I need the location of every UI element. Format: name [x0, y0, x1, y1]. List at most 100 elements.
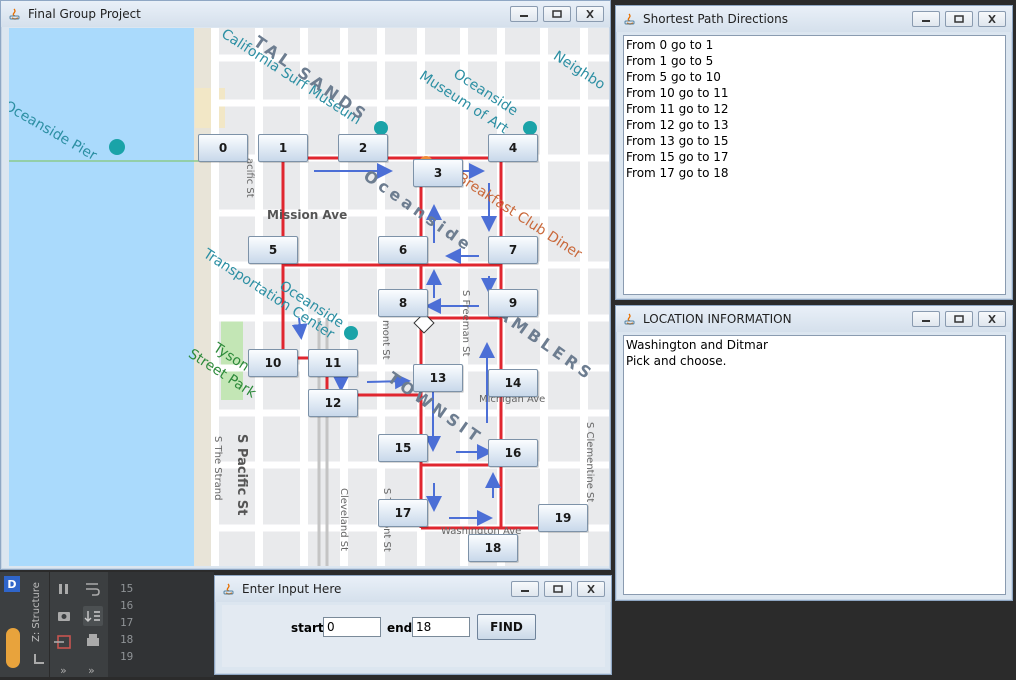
java-icon — [7, 6, 23, 22]
end-input[interactable]: 18 — [412, 617, 470, 637]
minimize-button[interactable] — [510, 6, 538, 22]
maximize-button[interactable] — [945, 11, 973, 27]
print-icon[interactable] — [87, 634, 99, 646]
close-button[interactable] — [978, 311, 1006, 327]
ide-badge-icon: D — [4, 576, 20, 592]
more-tools-right[interactable]: » — [88, 664, 95, 677]
start-input[interactable]: 0 — [323, 617, 381, 637]
directions-window: Shortest Path Directions From 0 go to 1 … — [615, 5, 1013, 300]
ide-left-strip: D — [0, 572, 28, 677]
direction-line: From 17 go to 18 — [626, 166, 729, 180]
map-window: Final Group Project Oceanside Pier Calif… — [0, 0, 611, 570]
input-window: Enter Input Here start 0 end 18 FIND — [214, 575, 612, 675]
clementine-st-label: S Clementine St — [584, 422, 595, 503]
directions-window-titlebar[interactable]: Shortest Path Directions — [616, 6, 1012, 32]
location-textarea[interactable]: Washington and Ditmar Pick and choose. — [623, 335, 1006, 595]
direction-line: From 15 go to 17 — [626, 150, 729, 164]
node-15-button[interactable]: 15 — [378, 434, 428, 462]
node-0-button[interactable]: 0 — [198, 134, 248, 162]
maximize-icon — [954, 15, 964, 23]
node-17-button[interactable]: 17 — [378, 499, 428, 527]
wrap-icon[interactable] — [86, 583, 100, 596]
window-title: LOCATION INFORMATION — [643, 312, 792, 326]
node-5-button[interactable]: 5 — [248, 236, 298, 264]
node-9-button[interactable]: 9 — [488, 289, 538, 317]
ide-tool-icons — [54, 583, 103, 649]
java-icon — [221, 581, 237, 597]
find-button[interactable]: FIND — [477, 614, 536, 640]
window-title: Shortest Path Directions — [643, 12, 788, 26]
node-16-button[interactable]: 16 — [488, 439, 538, 467]
node-6-button[interactable]: 6 — [378, 236, 428, 264]
line-number: 16 — [120, 599, 134, 612]
minimize-icon — [520, 15, 528, 17]
direction-line: From 5 go to 10 — [626, 70, 721, 84]
directions-textarea[interactable]: From 0 go to 1 From 1 go to 5 From 5 go … — [623, 35, 1006, 295]
direction-line: From 12 go to 13 — [626, 118, 729, 132]
window-title: Final Group Project — [28, 7, 141, 21]
location-line: Pick and choose. — [626, 354, 727, 368]
node-12-button[interactable]: 12 — [308, 389, 358, 417]
maximize-button[interactable] — [544, 581, 572, 597]
maximize-icon — [954, 315, 964, 323]
node-10-button[interactable]: 10 — [248, 349, 298, 377]
node-1-button[interactable]: 1 — [258, 134, 308, 162]
minimize-icon — [922, 20, 930, 22]
more-tools-left[interactable]: » — [60, 664, 67, 677]
java-icon — [622, 11, 638, 27]
node-11-button[interactable]: 11 — [308, 349, 358, 377]
node-7-button[interactable]: 7 — [488, 236, 538, 264]
minimize-button[interactable] — [912, 311, 940, 327]
maximize-icon — [553, 585, 563, 593]
ide-line-gutter: 15 16 17 18 19 — [108, 572, 214, 677]
pier-marker-icon — [109, 139, 125, 155]
node-3-button[interactable]: 3 — [413, 159, 463, 187]
close-button[interactable] — [577, 581, 605, 597]
java-icon — [622, 311, 638, 327]
scroll-to-end-icon[interactable] — [83, 606, 103, 626]
exit-icon[interactable] — [54, 635, 71, 649]
node-18-button[interactable]: 18 — [468, 534, 518, 562]
node-8-button[interactable]: 8 — [378, 289, 428, 317]
window-title: Enter Input Here — [242, 582, 342, 596]
structure-tab-label: Z: Structure — [31, 582, 42, 642]
minimize-icon — [521, 590, 529, 592]
maximize-button[interactable] — [543, 6, 571, 22]
cleveland-st-label: Cleveland St — [338, 488, 349, 552]
museum-marker-icon — [374, 121, 388, 135]
line-number: 15 — [120, 582, 134, 595]
node-19-button[interactable]: 19 — [538, 504, 588, 532]
minimize-button[interactable] — [912, 11, 940, 27]
location-window-titlebar[interactable]: LOCATION INFORMATION — [616, 306, 1012, 332]
map-canvas[interactable]: Oceanside Pier California Surf Museum Oc… — [9, 28, 609, 566]
location-line: Washington and Ditmar — [626, 338, 768, 352]
minimize-button[interactable] — [511, 581, 539, 597]
maximize-icon — [552, 10, 562, 18]
camera-icon[interactable] — [58, 612, 70, 621]
ide-indicator-icon — [6, 628, 20, 668]
maximize-button[interactable] — [945, 311, 973, 327]
node-14-button[interactable]: 14 — [488, 369, 538, 397]
node-4-button[interactable]: 4 — [488, 134, 538, 162]
close-icon — [988, 15, 996, 23]
structure-icon — [34, 654, 44, 664]
node-2-button[interactable]: 2 — [338, 134, 388, 162]
tremont-st-label-1: mont St — [380, 320, 391, 360]
minimize-icon — [922, 320, 930, 322]
location-window: LOCATION INFORMATION Washington and Ditm… — [615, 305, 1013, 601]
close-icon — [988, 315, 996, 323]
close-button[interactable] — [576, 6, 604, 22]
mission-ave-label: Mission Ave — [267, 208, 348, 222]
ide-toolbar: » » — [50, 572, 108, 677]
map-window-titlebar[interactable]: Final Group Project — [1, 1, 610, 27]
input-panel: start 0 end 18 FIND — [222, 605, 605, 667]
ide-structure-tab[interactable]: Z: Structure — [28, 572, 50, 677]
pause-icon[interactable] — [59, 584, 68, 594]
line-number: 17 — [120, 616, 134, 629]
direction-line: From 0 go to 1 — [626, 38, 714, 52]
direction-line: From 1 go to 5 — [626, 54, 714, 68]
close-button[interactable] — [978, 11, 1006, 27]
node-13-button[interactable]: 13 — [413, 364, 463, 392]
line-number: 19 — [120, 650, 134, 663]
input-window-titlebar[interactable]: Enter Input Here — [215, 576, 611, 602]
